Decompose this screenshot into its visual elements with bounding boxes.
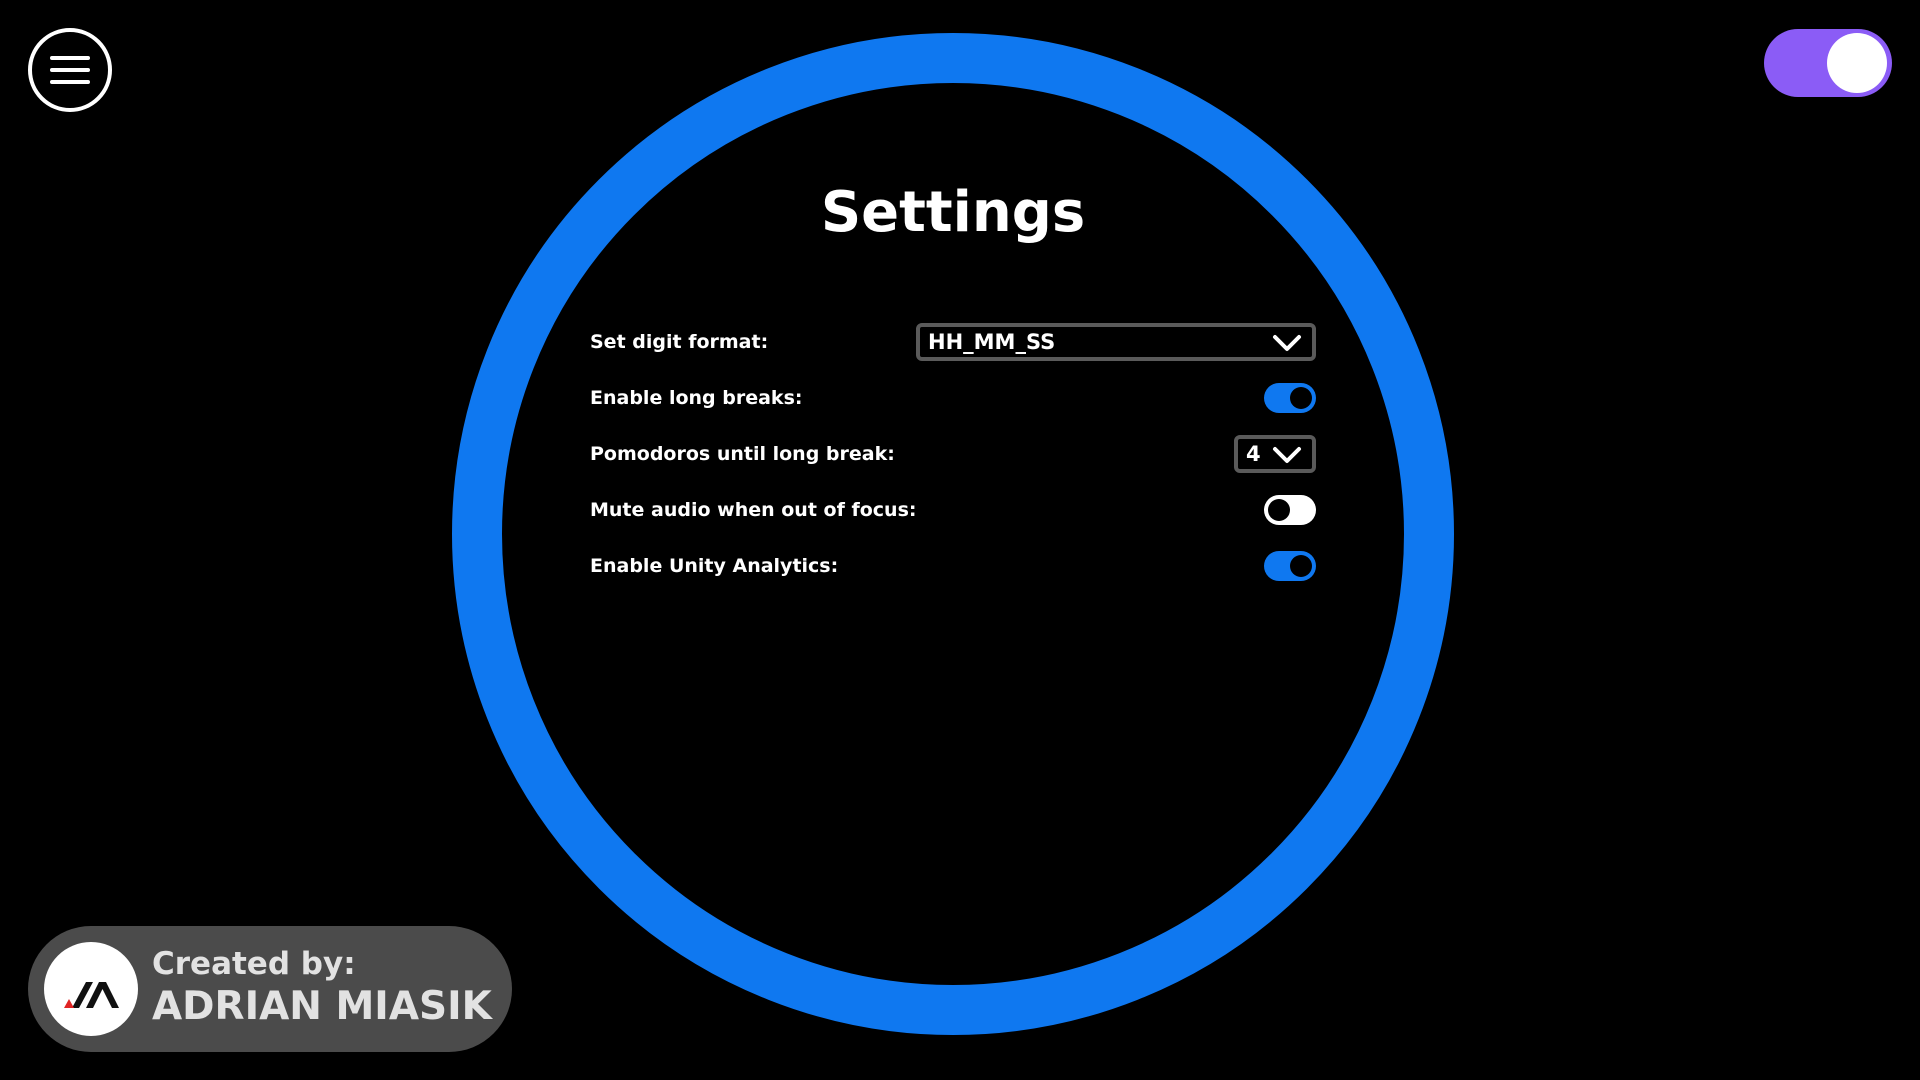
pomodoros-label: Pomodoros until long break: xyxy=(590,443,895,465)
digit-format-value: HH_MM_SS xyxy=(928,330,1056,354)
setting-row-pomodoros: Pomodoros until long break: 4 xyxy=(590,426,1316,482)
unity-analytics-switch[interactable] xyxy=(1264,551,1316,581)
menu-button[interactable] xyxy=(28,28,112,112)
credit-caption: Created by: xyxy=(152,946,356,982)
mute-audio-switch[interactable] xyxy=(1264,495,1316,525)
digit-format-label: Set digit format: xyxy=(590,331,769,353)
theme-toggle[interactable] xyxy=(1764,29,1892,97)
switch-knob xyxy=(1290,387,1312,409)
creator-credit-badge[interactable]: Created by: ADRIAN MIASIK xyxy=(28,926,512,1052)
theme-toggle-knob xyxy=(1827,33,1887,93)
switch-knob xyxy=(1290,555,1312,577)
credit-author-name: ADRIAN MIASIK xyxy=(152,984,492,1029)
settings-panel: Set digit format: HH_MM_SS Enable long b… xyxy=(590,314,1316,594)
chevron-down-icon xyxy=(1273,447,1301,463)
unity-analytics-label: Enable Unity Analytics: xyxy=(590,555,839,577)
long-breaks-switch[interactable] xyxy=(1264,383,1316,413)
digit-format-dropdown[interactable]: HH_MM_SS xyxy=(916,323,1316,361)
page-title: Settings xyxy=(820,180,1086,245)
long-breaks-label: Enable long breaks: xyxy=(590,387,803,409)
pomodoros-value: 4 xyxy=(1246,442,1261,466)
setting-row-unity-analytics: Enable Unity Analytics: xyxy=(590,538,1316,594)
am-logo-icon xyxy=(44,942,138,1036)
pomodoros-dropdown[interactable]: 4 xyxy=(1234,435,1316,473)
setting-row-long-breaks: Enable long breaks: xyxy=(590,370,1316,426)
setting-row-digit-format: Set digit format: HH_MM_SS xyxy=(590,314,1316,370)
chevron-down-icon xyxy=(1273,335,1301,351)
app-screen: Settings Set digit format: HH_MM_SS Enab… xyxy=(0,0,1920,1080)
switch-knob xyxy=(1268,499,1290,521)
hamburger-menu-icon xyxy=(50,56,90,84)
setting-row-mute-audio: Mute audio when out of focus: xyxy=(590,482,1316,538)
mute-audio-label: Mute audio when out of focus: xyxy=(590,499,917,521)
